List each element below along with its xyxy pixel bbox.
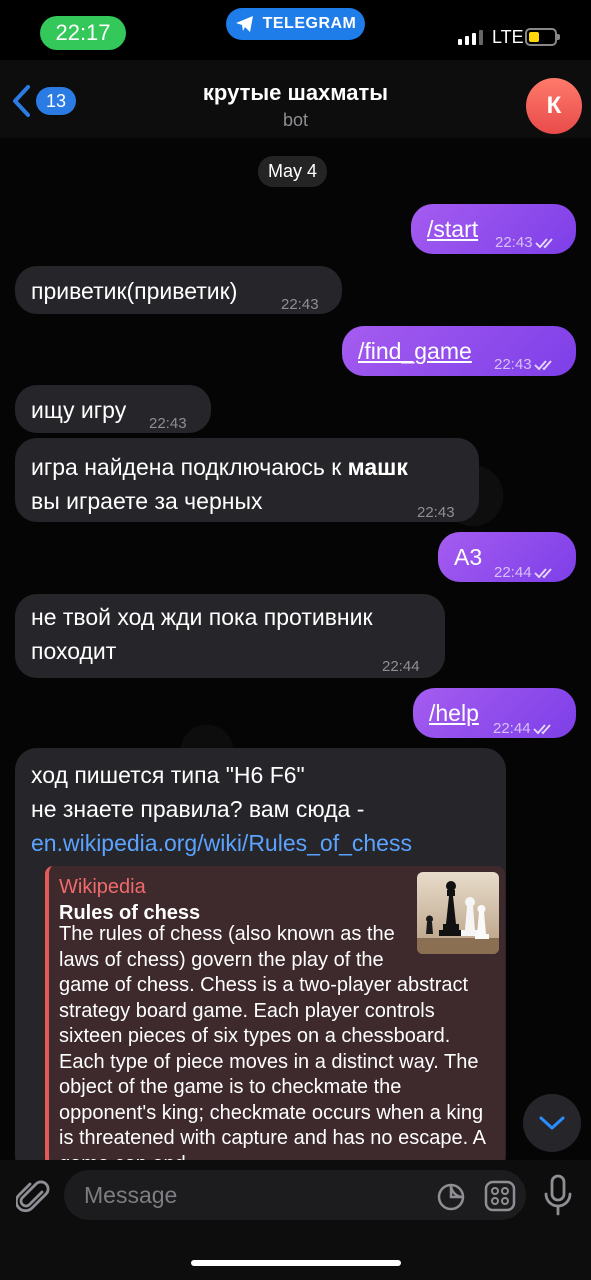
emoji-grid-icon[interactable] [484, 1180, 516, 1212]
message-text: не твой ход жди пока противник [31, 604, 373, 630]
telegram-icon [235, 16, 253, 32]
message-time: 22:43 [495, 234, 533, 251]
preview-thumbnail [417, 872, 499, 954]
paperclip-icon[interactable] [16, 1176, 50, 1216]
battery-level [529, 32, 539, 42]
message-incoming[interactable]: ищу игру 22:43 [15, 385, 211, 433]
message-text-line2: вы играете за черных [31, 488, 263, 514]
message-text: А3 [454, 544, 483, 570]
double-check-icon [533, 360, 552, 371]
message-time: 22:43 [149, 415, 187, 432]
preview-body: The rules of chess (also known as the la… [59, 872, 499, 1166]
status-bar: 22:17 TELEGRAM LTE [0, 0, 591, 60]
sticker-icon[interactable] [436, 1182, 466, 1212]
chess-pieces-image [417, 881, 499, 954]
signal-icon [458, 30, 483, 45]
message-link[interactable]: en.wikipedia.org/wiki/Rules_of_chess [31, 826, 506, 860]
message-incoming[interactable]: игра найдена подключаюсь к машк вы играе… [15, 438, 479, 522]
message-text-line2: не знаете правила? вам сюда - [31, 796, 365, 822]
message-outgoing[interactable]: /start 22:43 [411, 204, 576, 254]
message-text[interactable]: /start [427, 216, 478, 242]
double-check-icon [532, 724, 551, 735]
telegram-call-pill[interactable]: TELEGRAM [226, 8, 365, 40]
message-text: ход пишется типа "H6 F6" [31, 762, 305, 788]
message-outgoing[interactable]: /find_game 22:43 [342, 326, 576, 376]
microphone-icon[interactable] [544, 1174, 572, 1216]
message-time: 22:44 [494, 564, 532, 581]
status-time: 22:17 [40, 16, 126, 50]
message-text: ищу игру [31, 397, 127, 423]
message-incoming[interactable]: приветик(приветик) 22:43 [15, 266, 342, 314]
message-text: приветик(приветик) [31, 278, 238, 304]
date-chip: May 4 [258, 156, 328, 187]
double-check-icon [534, 238, 553, 249]
message-text: игра найдена подключаюсь к [31, 454, 348, 480]
message-incoming[interactable]: не твой ход жди пока противник походит 2… [15, 594, 445, 678]
link-preview[interactable]: Wikipedia Rules of chess The rules of ch… [45, 866, 505, 1166]
message-time: 22:43 [494, 356, 532, 373]
double-check-icon [533, 568, 552, 579]
network-label: LTE [492, 27, 524, 47]
scroll-down-button[interactable] [523, 1094, 581, 1152]
message-incoming-link[interactable]: ход пишется типа "H6 F6" не знаете прави… [15, 748, 506, 1178]
message-outgoing[interactable]: /help 22:44 [413, 688, 576, 738]
message-outgoing[interactable]: А3 22:44 [438, 532, 576, 582]
telegram-pill-label: TELEGRAM [262, 15, 357, 32]
chat-subtitle: bot [282, 110, 309, 130]
message-time: 22:44 [382, 658, 420, 675]
battery-icon [525, 28, 560, 46]
chat-title[interactable]: крутые шахматы [0, 80, 591, 106]
message-time: 22:43 [281, 296, 319, 313]
chat-header: 13 крутые шахматы bot К [0, 60, 591, 138]
home-indicator[interactable] [191, 1260, 401, 1266]
message-text[interactable]: /help [429, 700, 479, 726]
message-time: 22:44 [493, 720, 531, 737]
chevron-down-icon [539, 1116, 565, 1130]
message-mention: машк [347, 454, 408, 480]
message-text[interactable]: /find_game [358, 338, 472, 364]
avatar[interactable]: К [526, 78, 582, 134]
preview-text: The rules of chess (also known as the la… [59, 923, 485, 1166]
message-time: 22:43 [417, 504, 455, 521]
